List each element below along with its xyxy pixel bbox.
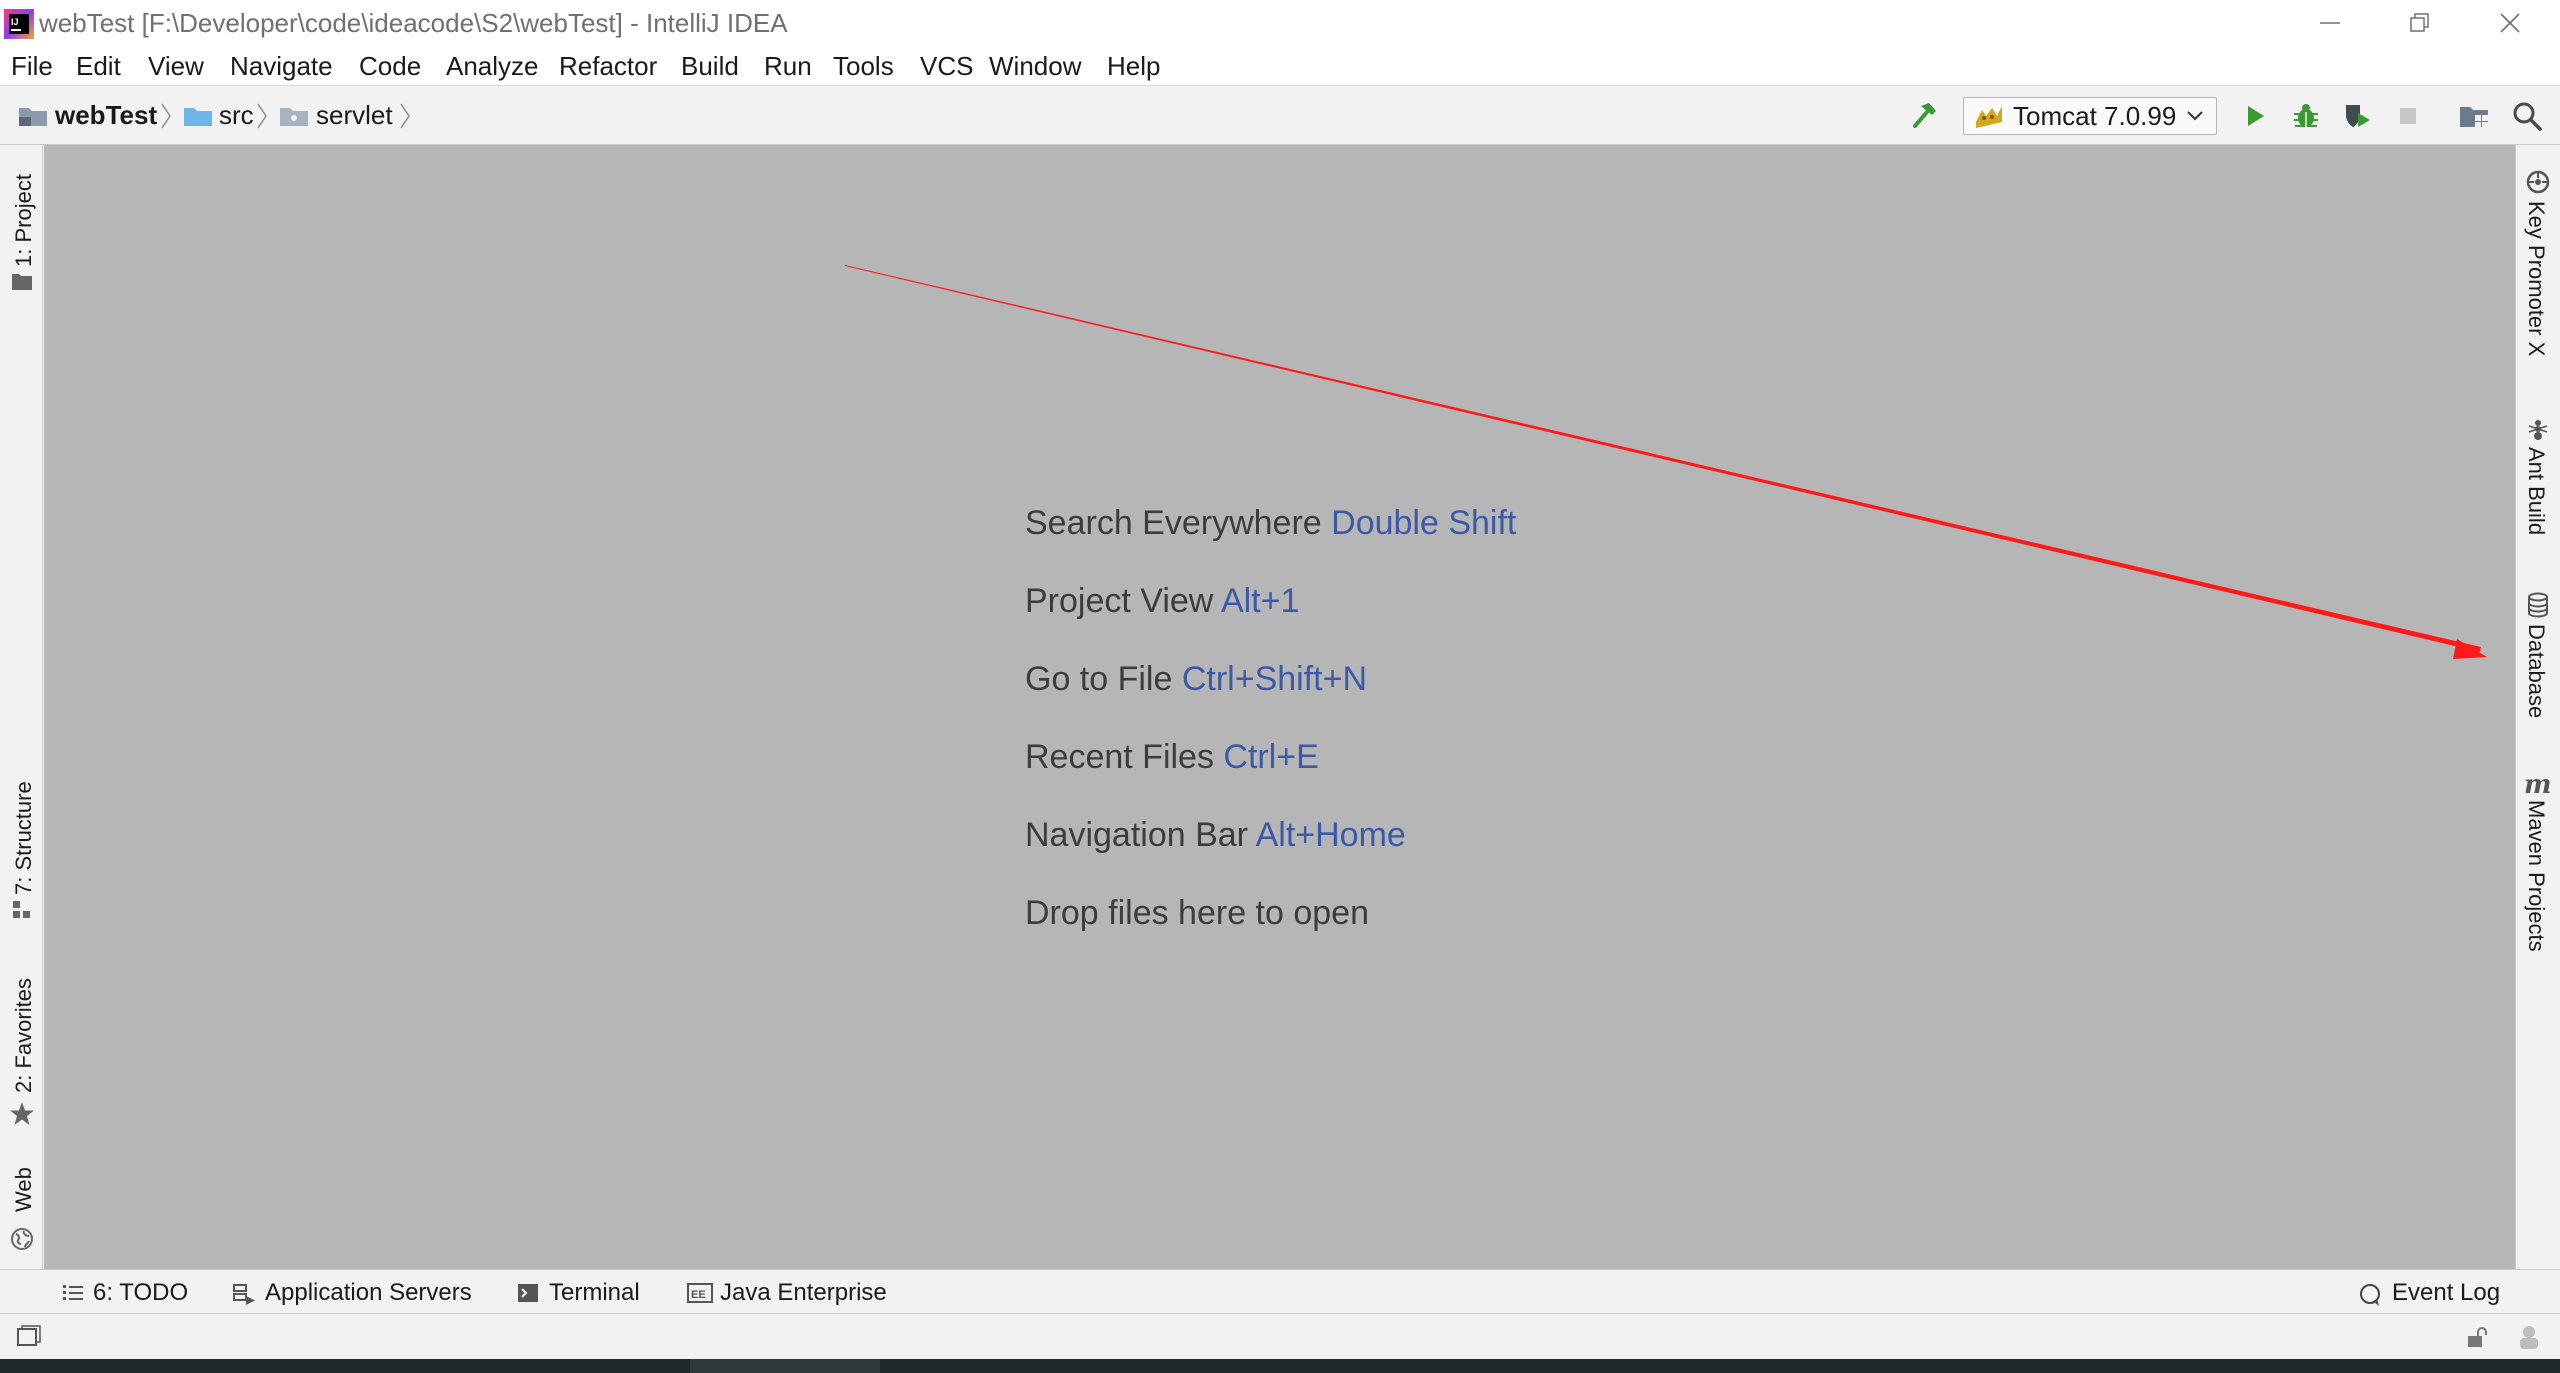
todo-tool-tab[interactable]: 6: TODO <box>60 1270 195 1315</box>
navigation-bar: webTest src servlet Tomcat 7.0.99 <box>0 86 2560 145</box>
event-log-tool-tab-label: Event Log <box>2392 1279 2501 1306</box>
structure-icon <box>12 900 32 920</box>
maven-icon: m <box>2524 770 2552 800</box>
breadcrumb-src-label: src <box>219 100 254 130</box>
application-servers-tool-tab-label: Application Servers <box>265 1279 472 1306</box>
chevron-right-icon <box>256 102 268 130</box>
ant-build-tool-tab[interactable]: Ant Build <box>2516 417 2559 602</box>
status-bar <box>0 1314 2560 1359</box>
menu-build[interactable]: Build <box>681 46 739 86</box>
key-promoter-tool-tab-label: Key Promoter X <box>2524 201 2549 357</box>
menu-run[interactable]: Run <box>764 46 812 86</box>
menu-help[interactable]: Help <box>1107 46 1160 86</box>
chevron-down-icon <box>2186 108 2204 124</box>
breadcrumb-project-label: webTest <box>55 100 158 130</box>
server-icon <box>232 1283 256 1305</box>
os-taskbar-edge <box>0 1359 2560 1373</box>
bottom-tool-stripe: 6: TODO Application Servers Terminal EE <box>0 1269 2560 1314</box>
menu-edit[interactable]: Edit <box>76 46 121 86</box>
menu-window[interactable]: Window <box>989 46 1081 86</box>
menu-refactor[interactable]: Refactor <box>559 46 657 86</box>
run-configuration-label: Tomcat 7.0.99 <box>2013 101 2177 131</box>
menu-bar: File Edit View Navigate Code Analyze Ref… <box>0 46 2560 86</box>
tomcat-icon <box>1973 102 2005 130</box>
menu-analyze[interactable]: Analyze <box>446 46 539 86</box>
package-folder-icon <box>279 105 309 127</box>
database-icon <box>2526 592 2550 618</box>
window-title: webTest [F:\Developer\code\ideacode\S2\w… <box>39 8 788 38</box>
breadcrumb-servlet[interactable]: servlet <box>279 86 409 145</box>
menu-view[interactable]: View <box>148 46 204 86</box>
project-tool-tab-label: 1: Project <box>11 174 36 267</box>
ant-icon <box>2526 417 2550 441</box>
menu-tools[interactable]: Tools <box>833 46 894 86</box>
left-tool-stripe: 1: Project 7: Structure 2: Favorites Web <box>0 145 43 1269</box>
java-enterprise-tool-tab-label: Java Enterprise <box>720 1279 887 1306</box>
editor-empty-area[interactable]: Search Everywhere Double Shift Project V… <box>44 145 2515 1269</box>
breadcrumb-project[interactable]: webTest <box>18 86 168 145</box>
svg-text:EE: EE <box>691 1289 706 1301</box>
event-log-tool-tab[interactable]: Event Log <box>2358 1270 2503 1315</box>
os-taskbar-active-item <box>690 1359 880 1373</box>
maven-projects-tool-tab-label: Maven Projects <box>2524 800 2549 952</box>
breadcrumb-src[interactable]: src <box>183 86 263 145</box>
menu-file[interactable]: File <box>11 46 53 86</box>
breadcrumb-servlet-label: servlet <box>316 100 393 130</box>
right-tool-stripe: Key Promoter X Ant Build Database m Mave… <box>2515 145 2560 1269</box>
inspector-icon[interactable] <box>2515 1323 2543 1351</box>
run-with-coverage-icon[interactable] <box>2341 100 2373 132</box>
annotation-arrow <box>845 265 2487 659</box>
key-promoter-icon <box>2525 169 2551 195</box>
toggle-tool-windows-icon[interactable] <box>16 1325 42 1349</box>
chevron-right-icon <box>399 102 411 130</box>
module-folder-icon <box>18 105 48 127</box>
run-configuration-dropdown[interactable]: Tomcat 7.0.99 <box>1963 97 2217 135</box>
speech-bubble-icon <box>2358 1283 2382 1307</box>
minimize-button[interactable] <box>2285 0 2375 46</box>
run-icon[interactable] <box>2239 100 2271 132</box>
favorites-tool-tab-label: 2: Favorites <box>11 978 36 1093</box>
menu-navigate[interactable]: Navigate <box>230 46 333 86</box>
application-servers-tool-tab[interactable]: Application Servers <box>230 1270 480 1315</box>
java-enterprise-icon: EE <box>687 1283 713 1303</box>
search-icon[interactable] <box>2511 100 2543 132</box>
intellij-logo-icon: IJ <box>4 9 34 39</box>
ant-build-tool-tab-label: Ant Build <box>2524 447 2549 536</box>
favorites-tool-tab[interactable]: 2: Favorites <box>0 965 43 1130</box>
java-enterprise-tool-tab[interactable]: EE Java Enterprise <box>687 1270 897 1315</box>
list-icon <box>62 1283 84 1303</box>
close-button[interactable] <box>2465 0 2555 46</box>
star-icon <box>9 1101 35 1127</box>
svg-text:IJ: IJ <box>11 17 19 27</box>
project-tool-tab[interactable]: 1: Project <box>0 155 43 295</box>
structure-tool-tab-label: 7: Structure <box>11 781 36 895</box>
todo-tool-tab-label: 6: TODO <box>93 1279 189 1306</box>
title-bar: IJ webTest [F:\Developer\code\ideacode\S… <box>0 0 2560 46</box>
database-tool-tab[interactable]: Database <box>2516 592 2559 772</box>
maven-projects-tool-tab[interactable]: m Maven Projects <box>2516 770 2559 990</box>
structure-tool-tab[interactable]: 7: Structure <box>0 770 43 925</box>
database-tool-tab-label: Database <box>2524 624 2549 719</box>
project-structure-icon[interactable] <box>2458 100 2490 132</box>
web-tool-tab-label: Web <box>11 1167 36 1212</box>
terminal-tool-tab[interactable]: Terminal <box>515 1270 655 1315</box>
menu-code[interactable]: Code <box>359 46 421 86</box>
menu-vcs[interactable]: VCS <box>920 46 973 86</box>
restore-button[interactable] <box>2375 0 2465 46</box>
stop-icon[interactable] <box>2392 100 2424 132</box>
globe-icon <box>10 1227 34 1251</box>
source-folder-icon <box>183 105 213 127</box>
web-tool-tab[interactable]: Web <box>0 1160 43 1265</box>
folder-icon <box>11 271 33 291</box>
debug-icon[interactable] <box>2290 100 2322 132</box>
terminal-tool-tab-label: Terminal <box>549 1279 640 1306</box>
unlock-icon[interactable] <box>2465 1325 2489 1349</box>
chevron-right-icon <box>160 102 172 130</box>
terminal-icon <box>517 1283 539 1303</box>
build-hammer-icon[interactable] <box>1907 100 1939 132</box>
